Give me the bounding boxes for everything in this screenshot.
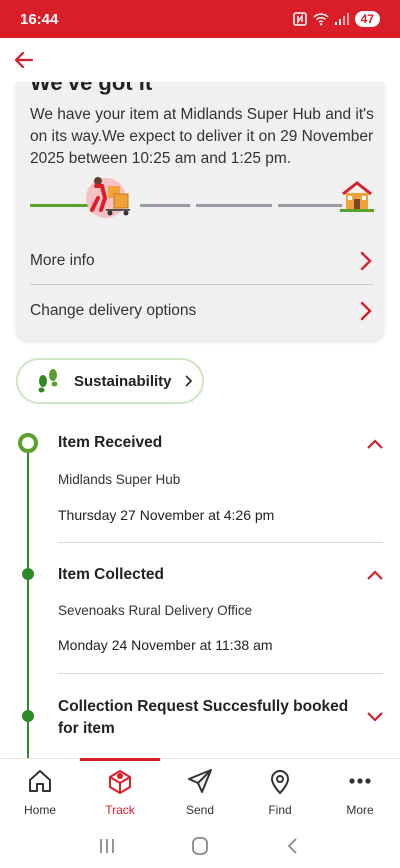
timeline-dot <box>22 710 34 722</box>
progress-segment <box>278 204 342 207</box>
wifi-icon <box>313 13 329 26</box>
more-info-label: More info <box>30 251 95 269</box>
event-title: Item Received <box>58 434 163 451</box>
parcel-icon <box>109 770 131 794</box>
chevron-right-icon <box>184 375 192 387</box>
arrow-left-icon[interactable] <box>12 48 36 72</box>
home-button-icon[interactable] <box>188 836 212 856</box>
battery-indicator: 47 <box>354 11 380 27</box>
nav-label: Home <box>23 803 56 817</box>
top-bar <box>0 38 400 82</box>
signal-icon <box>334 13 349 25</box>
timeline-dot <box>22 568 34 580</box>
nav-label: Track <box>105 803 135 817</box>
footprints-icon <box>38 369 58 393</box>
progress-complete <box>30 204 92 207</box>
system-navigation <box>0 824 400 868</box>
divider <box>58 542 383 543</box>
recent-apps-icon[interactable] <box>95 836 119 856</box>
more-dots-icon <box>349 778 371 784</box>
delivery-message: We have your item at Midlands Super Hub … <box>30 106 374 167</box>
divider <box>58 673 383 674</box>
delivery-progress <box>30 177 374 232</box>
chevron-right-icon <box>360 301 372 321</box>
event-datetime: Thursday 27 November at 4:26 pm <box>58 507 275 523</box>
status-bar: 16:44 47 <box>0 0 400 38</box>
delivery-status-card: We've got it We have your item at Midlan… <box>16 82 384 340</box>
card-heading: We've got it <box>30 82 153 95</box>
event-location: Midlands Super Hub <box>58 472 181 487</box>
courier-trolley-icon <box>86 177 130 218</box>
sustainability-button[interactable]: Sustainability <box>16 358 204 404</box>
progress-segment <box>196 204 272 207</box>
more-info-link[interactable]: More info <box>30 237 373 285</box>
nav-label: Find <box>268 803 292 817</box>
timeline-current-dot <box>18 433 38 453</box>
nfc-icon <box>292 12 307 26</box>
change-delivery-label: Change delivery options <box>30 302 197 319</box>
location-pin-icon <box>270 770 290 795</box>
sustainability-label: Sustainability <box>74 372 172 390</box>
change-delivery-options-link[interactable]: Change delivery options <box>30 287 373 335</box>
back-button-icon[interactable] <box>281 836 305 856</box>
nav-track[interactable]: Track <box>80 758 160 825</box>
chevron-up-icon[interactable] <box>366 569 384 581</box>
status-icons: 47 <box>292 11 380 27</box>
event-datetime: Monday 24 November at 11:38 am <box>58 637 273 653</box>
nav-home[interactable]: Home <box>0 759 80 825</box>
event-title: Item Collected <box>58 566 164 583</box>
house-icon <box>340 181 374 212</box>
tracking-timeline: Item Received Midlands Super Hub Thursda… <box>0 420 400 762</box>
nav-send[interactable]: Send <box>160 759 240 825</box>
chevron-right-icon <box>360 251 372 270</box>
chevron-up-icon[interactable] <box>366 438 384 450</box>
nav-label: More <box>346 803 374 817</box>
bottom-navigation: Home Track Send Find More <box>0 758 400 824</box>
progress-segment <box>140 204 190 207</box>
nav-find[interactable]: Find <box>240 759 320 825</box>
nav-more[interactable]: More <box>320 759 400 825</box>
chevron-down-icon[interactable] <box>366 711 384 723</box>
home-icon <box>29 770 51 792</box>
send-icon <box>188 769 212 793</box>
status-time: 16:44 <box>20 10 59 28</box>
event-location: Sevenoaks Rural Delivery Office <box>58 603 253 618</box>
event-title: Collection Request Succesfully booked fo… <box>58 698 349 737</box>
nav-label: Send <box>185 803 215 817</box>
